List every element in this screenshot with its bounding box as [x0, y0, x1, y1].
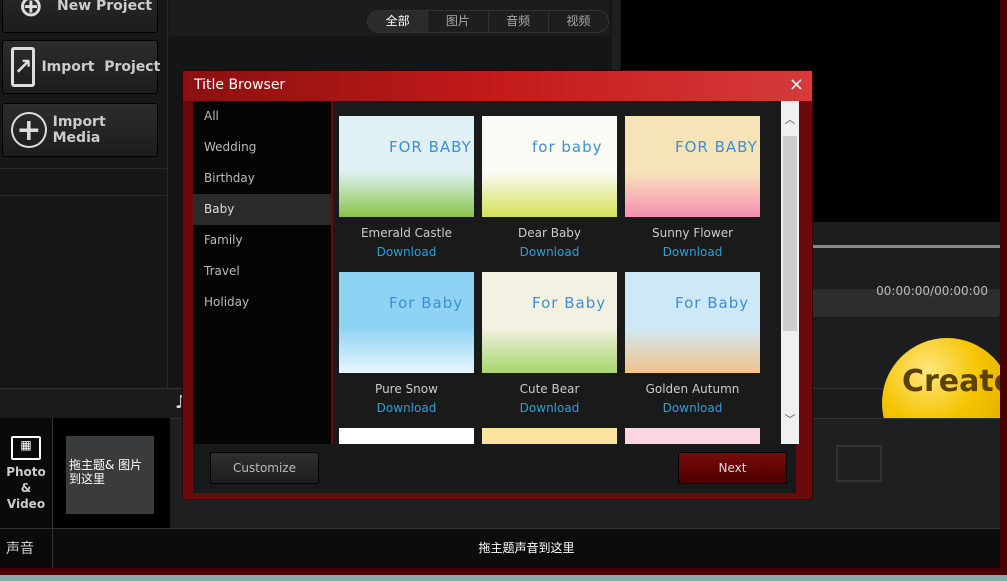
dialog-title: Title Browser — [194, 77, 286, 93]
new-project-icon: ⊕ — [18, 0, 44, 24]
download-link[interactable]: Download — [339, 401, 474, 415]
tab-all[interactable]: 全部 — [368, 11, 428, 32]
download-link[interactable]: Download — [339, 245, 474, 259]
thumbnail-text: For Baby — [675, 294, 750, 312]
thumbnail-text: for baby — [532, 138, 603, 156]
title-item[interactable]: For Baby Cute Bear Download — [482, 272, 617, 415]
category-list: All Wedding Birthday Baby Family Travel Holida… — [193, 101, 331, 444]
title-grid: FOR BABY Emerald Castle Download for baby… — [333, 101, 781, 444]
thumbnail-text: For Baby — [532, 294, 607, 312]
thumbnail-text: For Baby — [389, 294, 464, 312]
tab-video[interactable]: 视频 — [547, 11, 608, 32]
sidebar-divider — [0, 168, 167, 196]
title-item[interactable]: For Baby Golden Autumn Download — [625, 272, 760, 415]
category-wedding[interactable]: Wedding — [193, 132, 331, 163]
new-project-button[interactable]: ⊕ New Project — [2, 0, 158, 33]
category-birthday[interactable]: Birthday — [193, 163, 331, 194]
title-thumbnail[interactable]: For Baby — [339, 272, 474, 373]
left-sidebar: ⊕ New Project ↗ Import Project + Import Med… — [0, 0, 168, 388]
download-link[interactable]: Download — [482, 245, 617, 259]
category-holiday[interactable]: Holiday — [193, 287, 331, 318]
grid-scrollbar[interactable]: ︿ ﹀ — [781, 101, 799, 444]
tab-audio[interactable]: 音频 — [487, 11, 548, 32]
title-item[interactable]: FOR BABY Emerald Castle Download — [339, 116, 474, 259]
thumbnail-text: FOR BABY — [389, 138, 472, 156]
title-browser-dialog: Title Browser × All Wedding Birthday Baby Fa… — [182, 70, 813, 500]
tab-images[interactable]: 图片 — [427, 11, 487, 32]
title-thumbnail[interactable]: FOR BABY — [625, 116, 760, 217]
download-link[interactable]: Download — [625, 245, 760, 259]
title-name: Pure Snow — [375, 382, 438, 396]
plus-circle-icon: + — [11, 112, 47, 148]
import-icon: ↗ — [11, 47, 36, 87]
title-item[interactable]: FOR BABY Sunny Flower Download — [625, 116, 760, 259]
category-baby[interactable]: Baby — [193, 194, 331, 225]
thumbnail-text: FOR BABY — [675, 138, 758, 156]
import-project-button[interactable]: ↗ Import Project — [2, 40, 160, 94]
dialog-titlebar[interactable]: Title Browser × — [183, 71, 812, 101]
scrollbar-thumb[interactable] — [783, 136, 797, 331]
scroll-down-icon[interactable]: ﹀ — [781, 411, 799, 427]
title-thumbnail-partial[interactable] — [625, 428, 760, 444]
title-thumbnail[interactable]: For Baby — [482, 272, 617, 373]
import-media-button[interactable]: + Import Media — [2, 103, 158, 157]
timecode: 00:00:00/00:00:00 — [876, 284, 988, 298]
close-icon[interactable]: × — [789, 74, 804, 95]
customize-button[interactable]: Customize — [210, 452, 319, 484]
title-name: Cute Bear — [519, 382, 580, 396]
sound-track-label: 声音 — [0, 528, 53, 568]
title-item[interactable]: For Baby Pure Snow Download — [339, 272, 474, 415]
photo-video-track-label: ▦ Photo & Video — [0, 418, 53, 528]
title-thumbnail[interactable]: For Baby — [625, 272, 760, 373]
scroll-up-icon[interactable]: ︿ — [781, 111, 799, 127]
filter-tabs: 全部 图片 音频 视频 — [367, 10, 609, 33]
next-button[interactable]: Next — [678, 452, 787, 484]
title-name: Dear Baby — [517, 226, 582, 240]
film-icon: ▦ — [11, 436, 41, 460]
category-travel[interactable]: Travel — [193, 256, 331, 287]
dialog-footer: Customize Next — [193, 444, 796, 493]
title-thumbnail[interactable]: FOR BABY — [339, 116, 474, 217]
category-family[interactable]: Family — [193, 225, 331, 256]
title-name: Emerald Castle — [360, 226, 453, 240]
download-link[interactable]: Download — [482, 401, 617, 415]
title-name: Sunny Flower — [651, 226, 734, 240]
title-thumbnail-partial[interactable] — [482, 428, 617, 444]
category-all[interactable]: All — [193, 101, 331, 132]
download-link[interactable]: Download — [625, 401, 760, 415]
sound-drop-zone[interactable]: 拖主题声音到这里 — [53, 528, 1000, 568]
title-name: Golden Autumn — [645, 382, 740, 396]
title-thumbnail-partial[interactable] — [339, 428, 474, 444]
photo-drop-zone[interactable]: 拖主题& 图片到这里 — [66, 436, 154, 514]
title-thumbnail[interactable]: for baby — [482, 116, 617, 217]
title-item[interactable]: for baby Dear Baby Download — [482, 116, 617, 259]
